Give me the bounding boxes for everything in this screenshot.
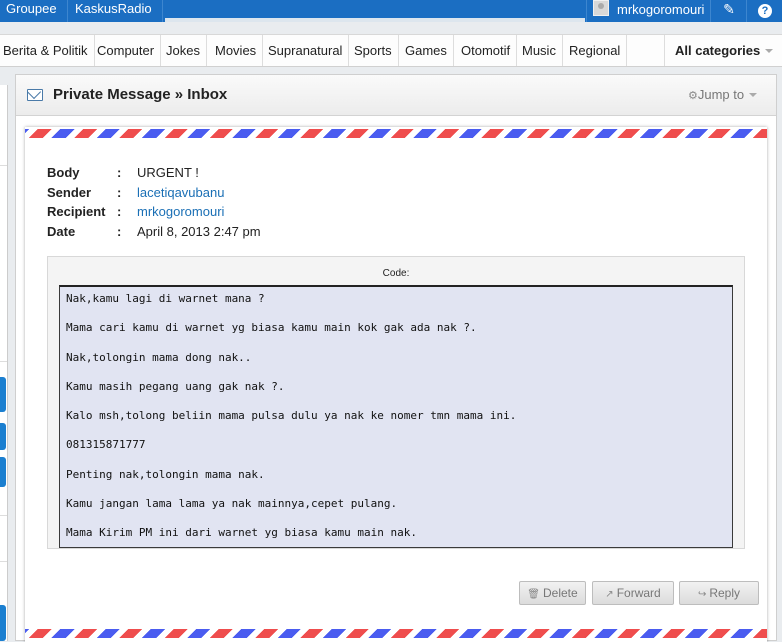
code-line: Kamu jangan lama lama ya nak mainnya,cep… <box>66 497 398 511</box>
detail-row-body: Body: URGENT ! <box>47 163 261 183</box>
delete-button[interactable]: 🗑 Delete <box>519 581 586 605</box>
category-sports[interactable]: Sports <box>348 35 399 66</box>
recipient-link[interactable]: mrkogoromouri <box>137 204 224 219</box>
detail-row-sender: Sender: lacetiqavubanu <box>47 183 261 203</box>
sidebar-divider <box>0 515 7 516</box>
jump-to-dropdown[interactable]: ⚙Jump to <box>688 87 758 102</box>
message-container: Body: URGENT ! Sender: lacetiqavubanu Reci… <box>25 127 767 642</box>
category-music[interactable]: Music <box>516 35 563 66</box>
gear-icon: ⚙ <box>688 90 698 102</box>
category-movies[interactable]: Movies <box>209 35 264 66</box>
code-line: Mama cari kamu di warnet yg biasa kamu m… <box>66 321 477 335</box>
help-button[interactable]: ? <box>746 0 782 22</box>
category-otomotif[interactable]: Otomotif <box>455 35 518 66</box>
category-jokes[interactable]: Jokes <box>160 35 207 66</box>
nav-link-kaskusradio[interactable]: KaskusRadio <box>65 0 163 22</box>
code-content[interactable]: Nak,kamu lagi di warnet mana ? Mama cari… <box>59 285 733 548</box>
recipient-label: Recipient <box>47 204 106 219</box>
category-regional[interactable]: Regional <box>563 35 628 66</box>
separator: : <box>117 184 122 200</box>
private-message-panel: Private Message » Inbox ⚙Jump to Body: UR… <box>15 74 777 642</box>
code-line: Nak,tolongin mama dong nak.. <box>66 350 252 364</box>
envelope-icon <box>27 89 43 101</box>
separator: : <box>117 165 122 180</box>
user-menu[interactable]: mrkogoromouri <box>586 0 719 22</box>
avatar <box>593 0 609 16</box>
forward-icon: ↗ <box>605 589 614 600</box>
code-block: Code: Nak,kamu lagi di warnet mana ? Mam… <box>47 256 745 549</box>
forward-button[interactable]: ↗ Forward <box>592 581 674 605</box>
sidebar-tab[interactable] <box>0 377 6 412</box>
page-title: Private Message » Inbox <box>53 86 228 103</box>
topbar-divider <box>165 18 585 22</box>
reply-icon: ↪ <box>697 589 707 600</box>
delete-label: Delete <box>543 586 578 600</box>
category-computer[interactable]: Computer <box>91 35 162 66</box>
forward-label: Forward <box>616 586 661 600</box>
sidebar-divider <box>0 561 7 562</box>
username: mrkogoromouri <box>617 2 705 17</box>
detail-row-recipient: Recipient: mrkogoromouri <box>47 202 261 222</box>
code-line: Mama Kirim PM ini dari warnet yg biasa k… <box>66 526 417 540</box>
code-line: 081315871777 <box>66 438 146 452</box>
chevron-down-icon <box>749 93 758 97</box>
trash-icon: 🗑 <box>527 589 540 600</box>
body-value: URGENT ! <box>137 165 199 180</box>
date-label: Date <box>47 223 76 239</box>
left-sidebar <box>0 85 8 641</box>
help-icon: ? <box>758 4 772 18</box>
reply-label: Reply <box>709 586 741 600</box>
reply-button[interactable]: ↪ Reply <box>679 581 759 605</box>
category-berita-politik[interactable]: Berita & Politik <box>0 35 95 66</box>
sidebar-tab[interactable] <box>0 457 6 487</box>
code-line: Nak,kamu lagi di warnet mana ? <box>66 292 265 305</box>
code-line: Penting nak,tolongin mama nak. <box>66 467 265 481</box>
airmail-border-top <box>25 129 767 138</box>
code-line: Kalo msh,tolong beliin mama pulsa dulu y… <box>66 409 517 423</box>
category-supranatural[interactable]: Supranatural <box>262 35 350 66</box>
sender-link[interactable]: lacetiqavubanu <box>137 185 224 200</box>
sidebar-divider <box>0 361 7 362</box>
edit-button[interactable]: ✎ <box>710 0 747 22</box>
message-details: Body: URGENT ! Sender: lacetiqavubanu Reci… <box>47 163 261 241</box>
date-value: April 8, 2013 2:47 pm <box>137 223 261 239</box>
category-navigation: Berita & Politik Computer Jokes Movies S… <box>0 34 782 67</box>
top-navigation-bar: Groupee KaskusRadio mrkogoromouri ✎ ? <box>0 0 782 22</box>
nav-link-groupee[interactable]: Groupee <box>0 0 68 22</box>
code-label: Code: <box>382 268 410 279</box>
sidebar-divider <box>0 165 7 166</box>
sender-label: Sender <box>47 184 92 200</box>
category-games[interactable]: Games <box>399 35 454 66</box>
body-label: Body <box>47 165 80 180</box>
sidebar-tab[interactable] <box>0 423 6 450</box>
separator: : <box>117 223 122 239</box>
code-line: Kamu masih pegang uang gak nak ?. <box>66 379 285 393</box>
panel-header: Private Message » Inbox ⚙Jump to <box>16 75 776 116</box>
all-categories-dropdown[interactable]: All categories <box>664 35 782 66</box>
pencil-icon: ✎ <box>723 1 735 17</box>
detail-row-date: Date: April 8, 2013 2:47 pm <box>47 222 261 242</box>
jump-to-label: Jump to <box>697 87 745 102</box>
airmail-border-bottom <box>25 629 767 638</box>
sidebar-tab[interactable] <box>0 605 6 641</box>
all-categories-label: All categories <box>675 43 761 58</box>
chevron-down-icon <box>765 49 774 53</box>
separator: : <box>117 204 122 219</box>
